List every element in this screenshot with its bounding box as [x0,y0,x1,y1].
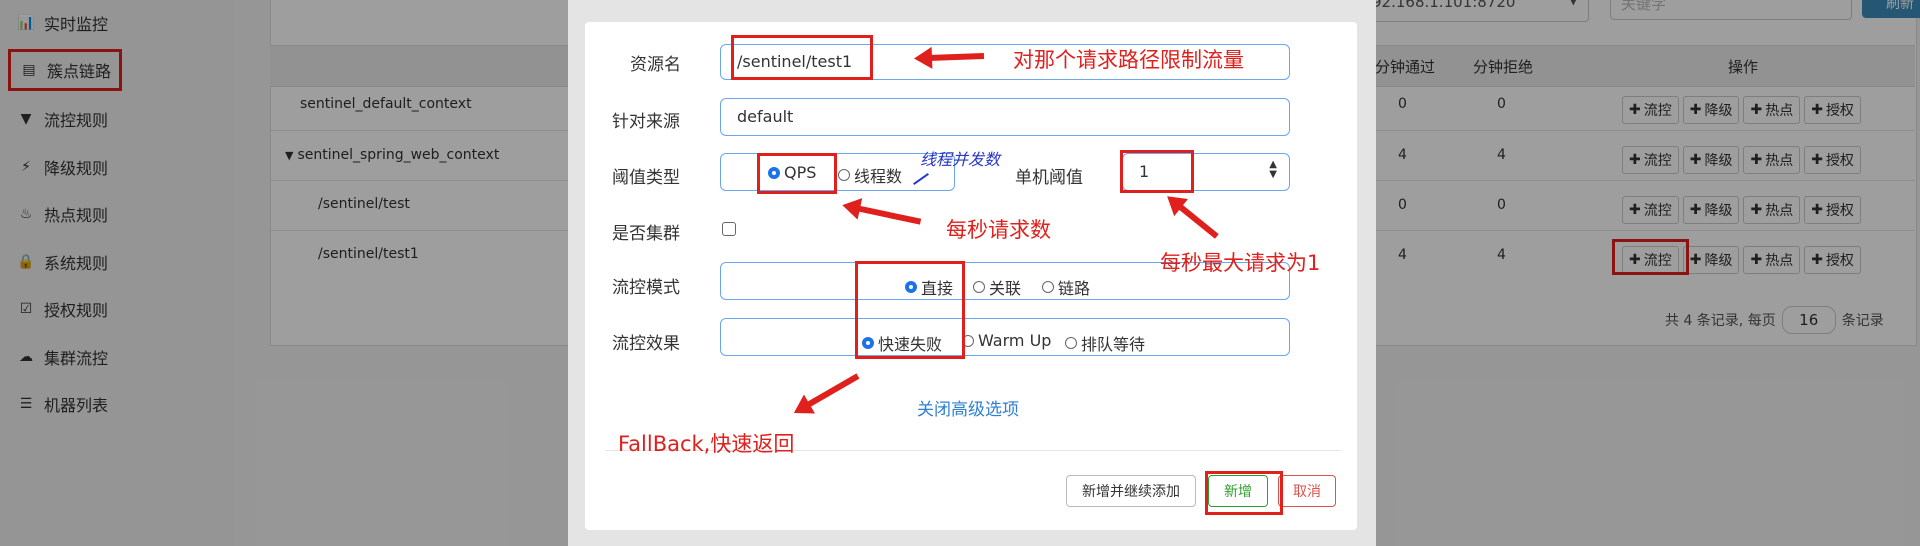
resource-name-label: 资源名 [630,55,681,75]
strategy-label: 流控模式 [612,278,680,298]
option-label: 关联 [989,279,1022,298]
add-and-continue-button[interactable]: 新增并继续添加 [1066,475,1196,507]
option-label: 线程数 [854,167,903,186]
annotation-thread-note: 线程并发数 [920,150,1001,169]
single-threshold-label: 单机阈值 [1015,168,1083,188]
annotation-fallback-note: FallBack,快速返回 [618,432,795,456]
cancel-button[interactable]: 取消 [1278,475,1336,507]
behavior-warm-up[interactable]: Warm Up [962,331,1051,350]
annotation-qps-note: 每秒请求数 [946,218,1051,242]
limit-app-label: 针对来源 [612,112,680,132]
limit-app-value: default [737,107,794,126]
strategy-relate[interactable]: 关联 [973,275,1021,299]
button-label: 取消 [1293,484,1321,500]
annotation-box-mode-effect [855,261,965,359]
option-label: 链路 [1058,279,1091,298]
stepper-icon[interactable]: ▲ ▼ [1269,160,1277,180]
threshold-type-thread[interactable]: 线程数 [838,163,902,187]
annotation-box-qps [757,153,837,194]
annotation-box-add [1205,471,1283,515]
button-label: 新增并继续添加 [1082,484,1180,500]
control-behavior-label: 流控效果 [612,334,680,354]
cluster-mode-checkbox[interactable] [722,222,736,236]
option-label: Warm Up [978,331,1052,350]
option-label: 排队等待 [1081,335,1146,354]
close-advanced-link[interactable]: 关闭高级选项 [917,395,1019,420]
annotation-box-resource [731,35,873,80]
strategy-chain[interactable]: 链路 [1042,275,1090,299]
radio-unselected[interactable] [973,281,985,293]
radio-unselected[interactable] [1042,281,1054,293]
threshold-type-label: 阈值类型 [612,168,680,188]
behavior-queue[interactable]: 排队等待 [1065,331,1145,355]
annotation-resource-note: 对那个请求路径限制流量 [1013,48,1244,72]
limit-app-field[interactable]: default [720,98,1290,136]
radio-unselected[interactable] [838,169,850,181]
cluster-mode-label: 是否集群 [612,224,680,244]
radio-unselected[interactable] [1065,337,1077,349]
annotation-max-note: 每秒最大请求为1 [1160,251,1321,275]
annotation-box-threshold [1120,150,1194,193]
